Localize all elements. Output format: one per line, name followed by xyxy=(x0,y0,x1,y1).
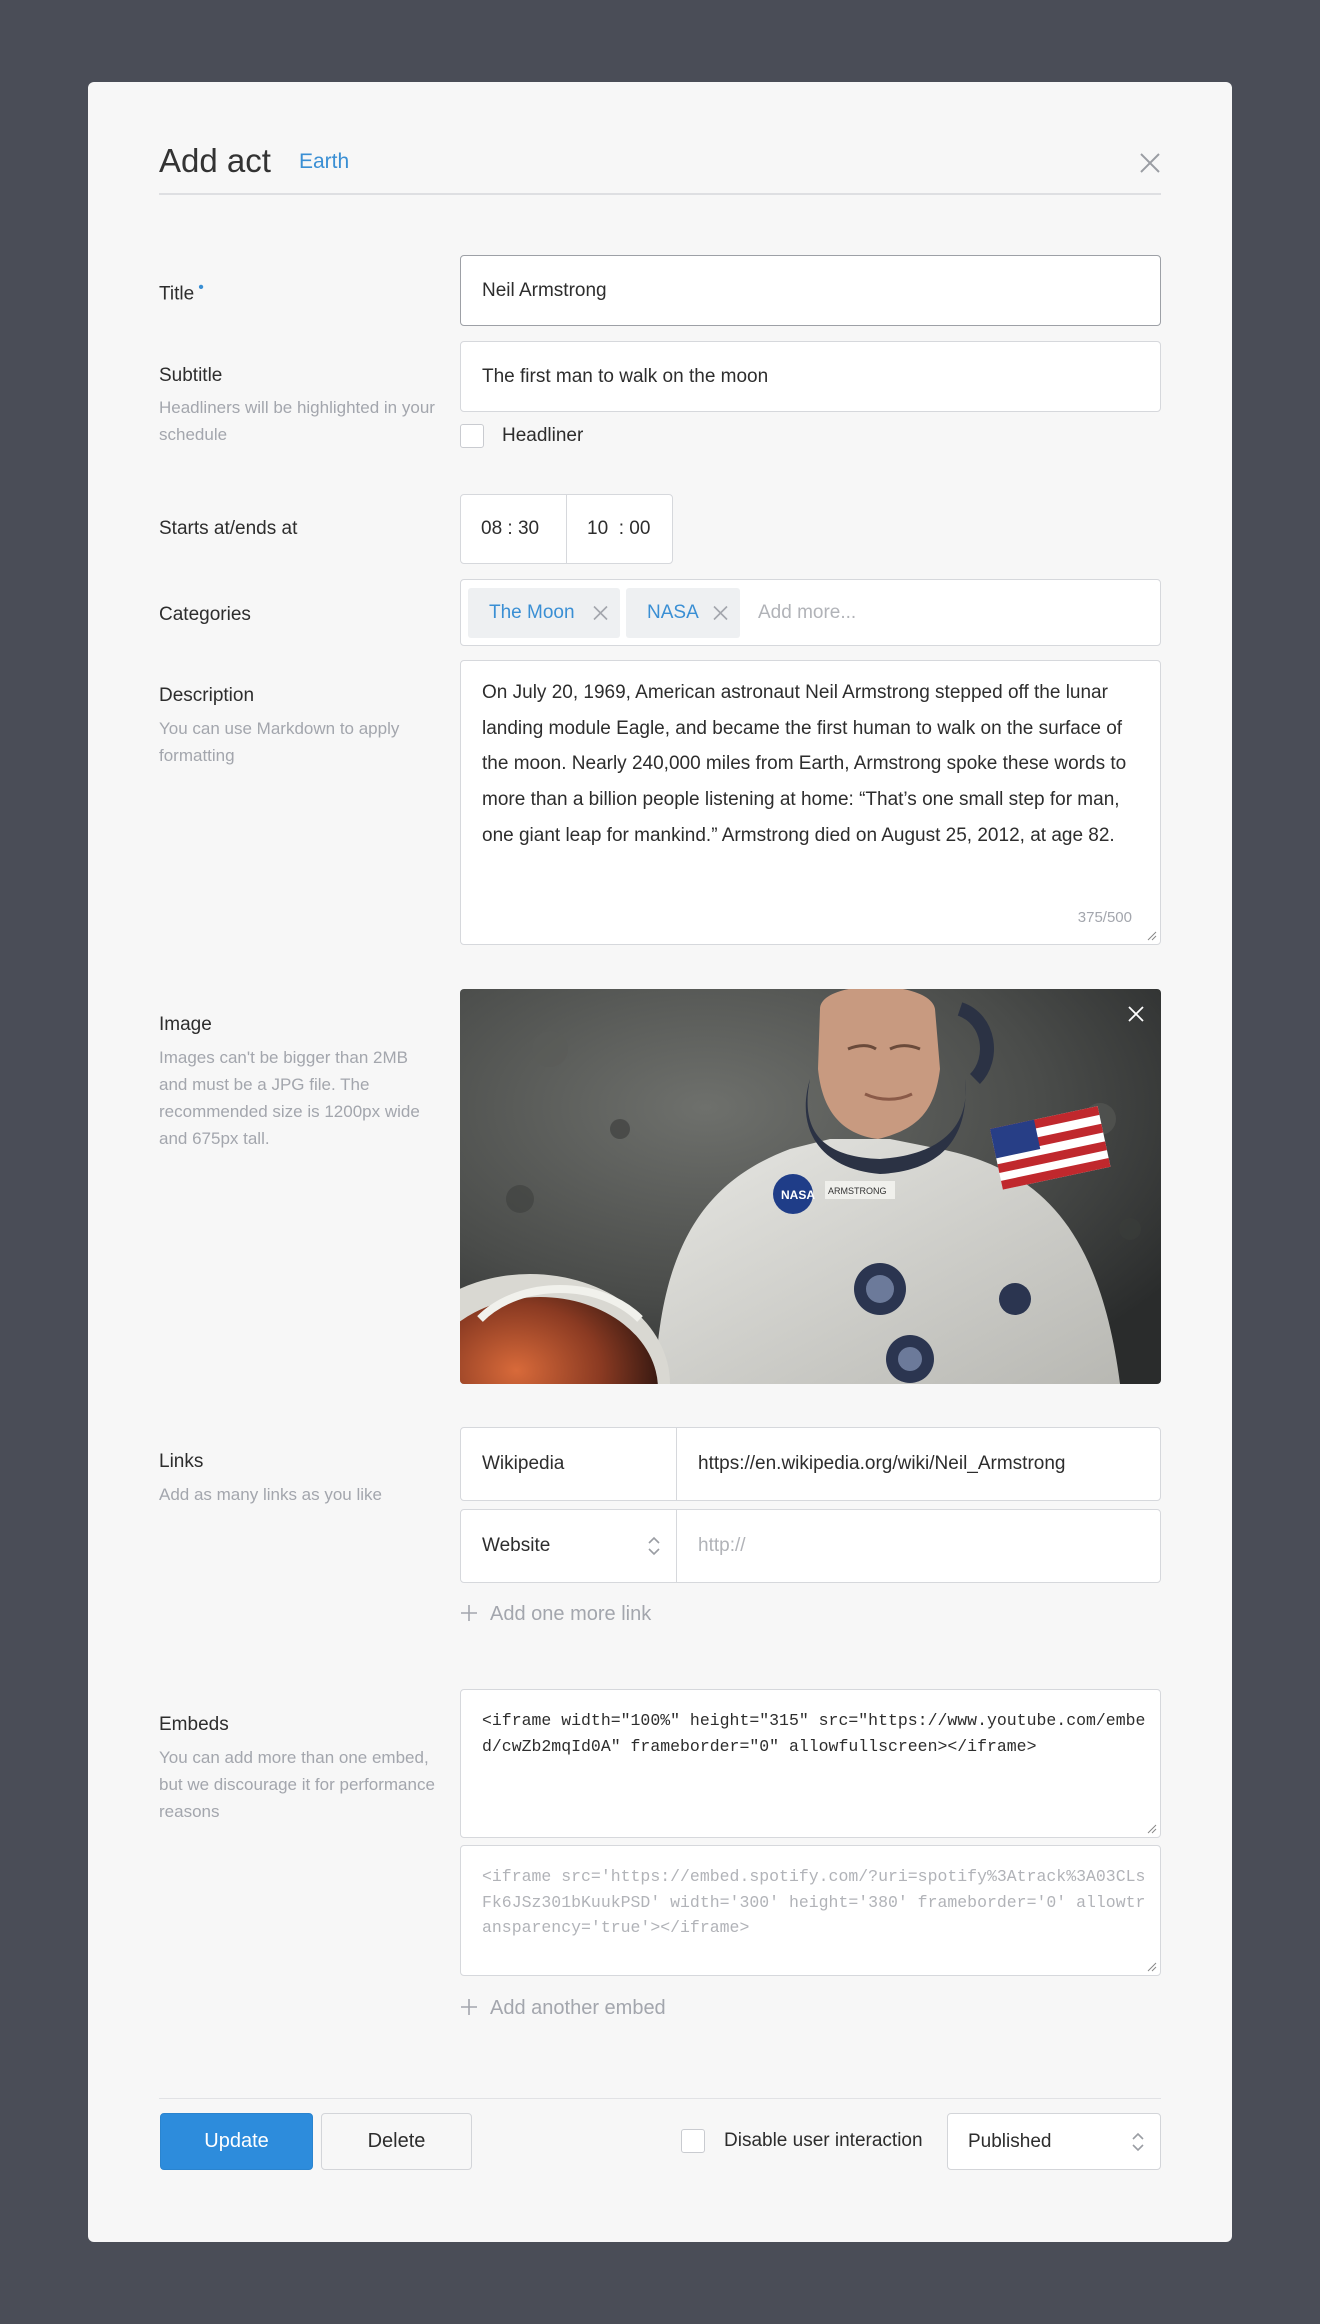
remove-image-icon[interactable] xyxy=(1127,1005,1145,1023)
title-label-text: Title xyxy=(159,283,195,305)
link-row: Wikipedia https://en.wikipedia.org/wiki/… xyxy=(460,1427,1161,1501)
link-url-value: https://en.wikipedia.org/wiki/Neil_Armst… xyxy=(698,1453,1066,1474)
select-arrows-icon xyxy=(1132,2132,1144,2151)
link-row: Website http:// xyxy=(460,1509,1161,1583)
link-type-select[interactable]: Website xyxy=(460,1509,677,1583)
link-type-value: Website xyxy=(482,1535,551,1556)
astronaut-photo: NASA ARMSTRONG xyxy=(460,989,1161,1384)
title-value: Neil Armstrong xyxy=(482,279,607,301)
footer-divider xyxy=(159,2098,1161,2099)
description-value: On July 20, 1969, American astronaut Nei… xyxy=(482,682,1127,846)
disable-interaction-checkbox[interactable] xyxy=(681,2129,705,2153)
headliner-checkbox[interactable] xyxy=(460,424,484,448)
add-embed-button[interactable]: Add another embed xyxy=(460,1997,666,2020)
update-button[interactable]: Update xyxy=(160,2113,313,2170)
description-help: You can use Markdown to apply formatting xyxy=(159,719,400,765)
status-value: Published xyxy=(968,2130,1052,2152)
category-tag[interactable]: NASA xyxy=(626,588,740,638)
start-time-value: 08 : 30 xyxy=(481,518,540,539)
description-textarea[interactable]: On July 20, 1969, American astronaut Nei… xyxy=(460,660,1161,945)
link-url-input[interactable]: http:// xyxy=(676,1509,1161,1583)
embed-code-value: <iframe width="100%" height="315" src="h… xyxy=(482,1711,1146,1756)
end-time-value: 10 : 00 xyxy=(587,518,651,539)
links-label: Links xyxy=(159,1451,204,1472)
embed-code-placeholder: <iframe src='https://embed.spotify.com/?… xyxy=(482,1867,1146,1937)
category-tag-label: The Moon xyxy=(489,602,575,623)
link-type-select[interactable]: Wikipedia xyxy=(460,1427,677,1501)
add-embed-label: Add another embed xyxy=(490,1997,666,2019)
status-select[interactable]: Published xyxy=(947,2113,1161,2170)
remove-tag-icon[interactable] xyxy=(713,605,728,621)
embed-textarea[interactable]: <iframe width="100%" height="315" src="h… xyxy=(460,1689,1161,1838)
plus-icon xyxy=(461,1999,477,2015)
link-type-value: Wikipedia xyxy=(482,1453,565,1474)
category-tag-label: NASA xyxy=(647,602,699,623)
link-url-placeholder: http:// xyxy=(698,1535,746,1556)
image-help: Images can't be bigger than 2MB and must… xyxy=(159,1048,420,1148)
resize-handle-icon[interactable] xyxy=(1147,1962,1157,1972)
categories-input[interactable]: The Moon NASA Add more... xyxy=(460,579,1161,646)
embeds-label: Embeds xyxy=(159,1714,229,1735)
embeds-help: You can add more than one embed, but we … xyxy=(159,1748,435,1821)
delete-button[interactable]: Delete xyxy=(321,2113,472,2170)
nasa-badge-text: NASA xyxy=(781,1188,815,1202)
remove-tag-icon[interactable] xyxy=(593,605,608,621)
add-link-button[interactable]: Add one more link xyxy=(460,1603,651,1626)
dialog-title: Add act xyxy=(159,142,271,179)
description-label: Description xyxy=(159,685,255,706)
subtitle-help: Headliners will be highlighted in your s… xyxy=(159,398,435,444)
categories-label: Categories xyxy=(159,604,251,625)
title-label: Title • xyxy=(159,279,204,305)
select-arrows-icon xyxy=(648,1536,660,1556)
subtitle-label: Subtitle xyxy=(159,365,223,386)
image-label: Image xyxy=(159,1014,212,1035)
start-time-input[interactable]: 08 : 30 xyxy=(460,494,567,564)
disable-interaction-label: Disable user interaction xyxy=(724,2130,923,2151)
times-label: Starts at/ends at xyxy=(159,518,298,539)
dialog-subtitle[interactable]: Earth xyxy=(299,150,349,174)
name-tag-text: ARMSTRONG xyxy=(828,1186,887,1196)
subtitle-input[interactable]: The first man to walk on the moon xyxy=(460,341,1161,412)
embed-textarea[interactable]: <iframe src='https://embed.spotify.com/?… xyxy=(460,1845,1161,1976)
headliner-label: Headliner xyxy=(502,425,584,446)
resize-handle-icon[interactable] xyxy=(1147,931,1157,941)
plus-icon xyxy=(461,1605,477,1621)
add-act-dialog: Add act Earth Title • Neil Armstrong Subt… xyxy=(88,82,1232,2242)
title-input[interactable]: Neil Armstrong xyxy=(460,255,1161,326)
resize-handle-icon[interactable] xyxy=(1147,1824,1157,1834)
uploaded-image: NASA ARMSTRONG xyxy=(460,989,1161,1384)
character-counter: 375/500 xyxy=(1077,909,1132,926)
links-help: Add as many links as you like xyxy=(159,1485,382,1504)
close-icon[interactable] xyxy=(1139,152,1161,174)
required-marker: • xyxy=(198,279,204,296)
dialog-header: Add act Earth xyxy=(159,142,1161,195)
link-url-input[interactable]: https://en.wikipedia.org/wiki/Neil_Armst… xyxy=(676,1427,1161,1501)
subtitle-value: The first man to walk on the moon xyxy=(482,365,769,387)
end-time-input[interactable]: 10 : 00 xyxy=(566,494,673,564)
add-link-label: Add one more link xyxy=(490,1603,652,1625)
category-tag[interactable]: The Moon xyxy=(468,588,620,638)
categories-placeholder[interactable]: Add more... xyxy=(758,602,856,624)
